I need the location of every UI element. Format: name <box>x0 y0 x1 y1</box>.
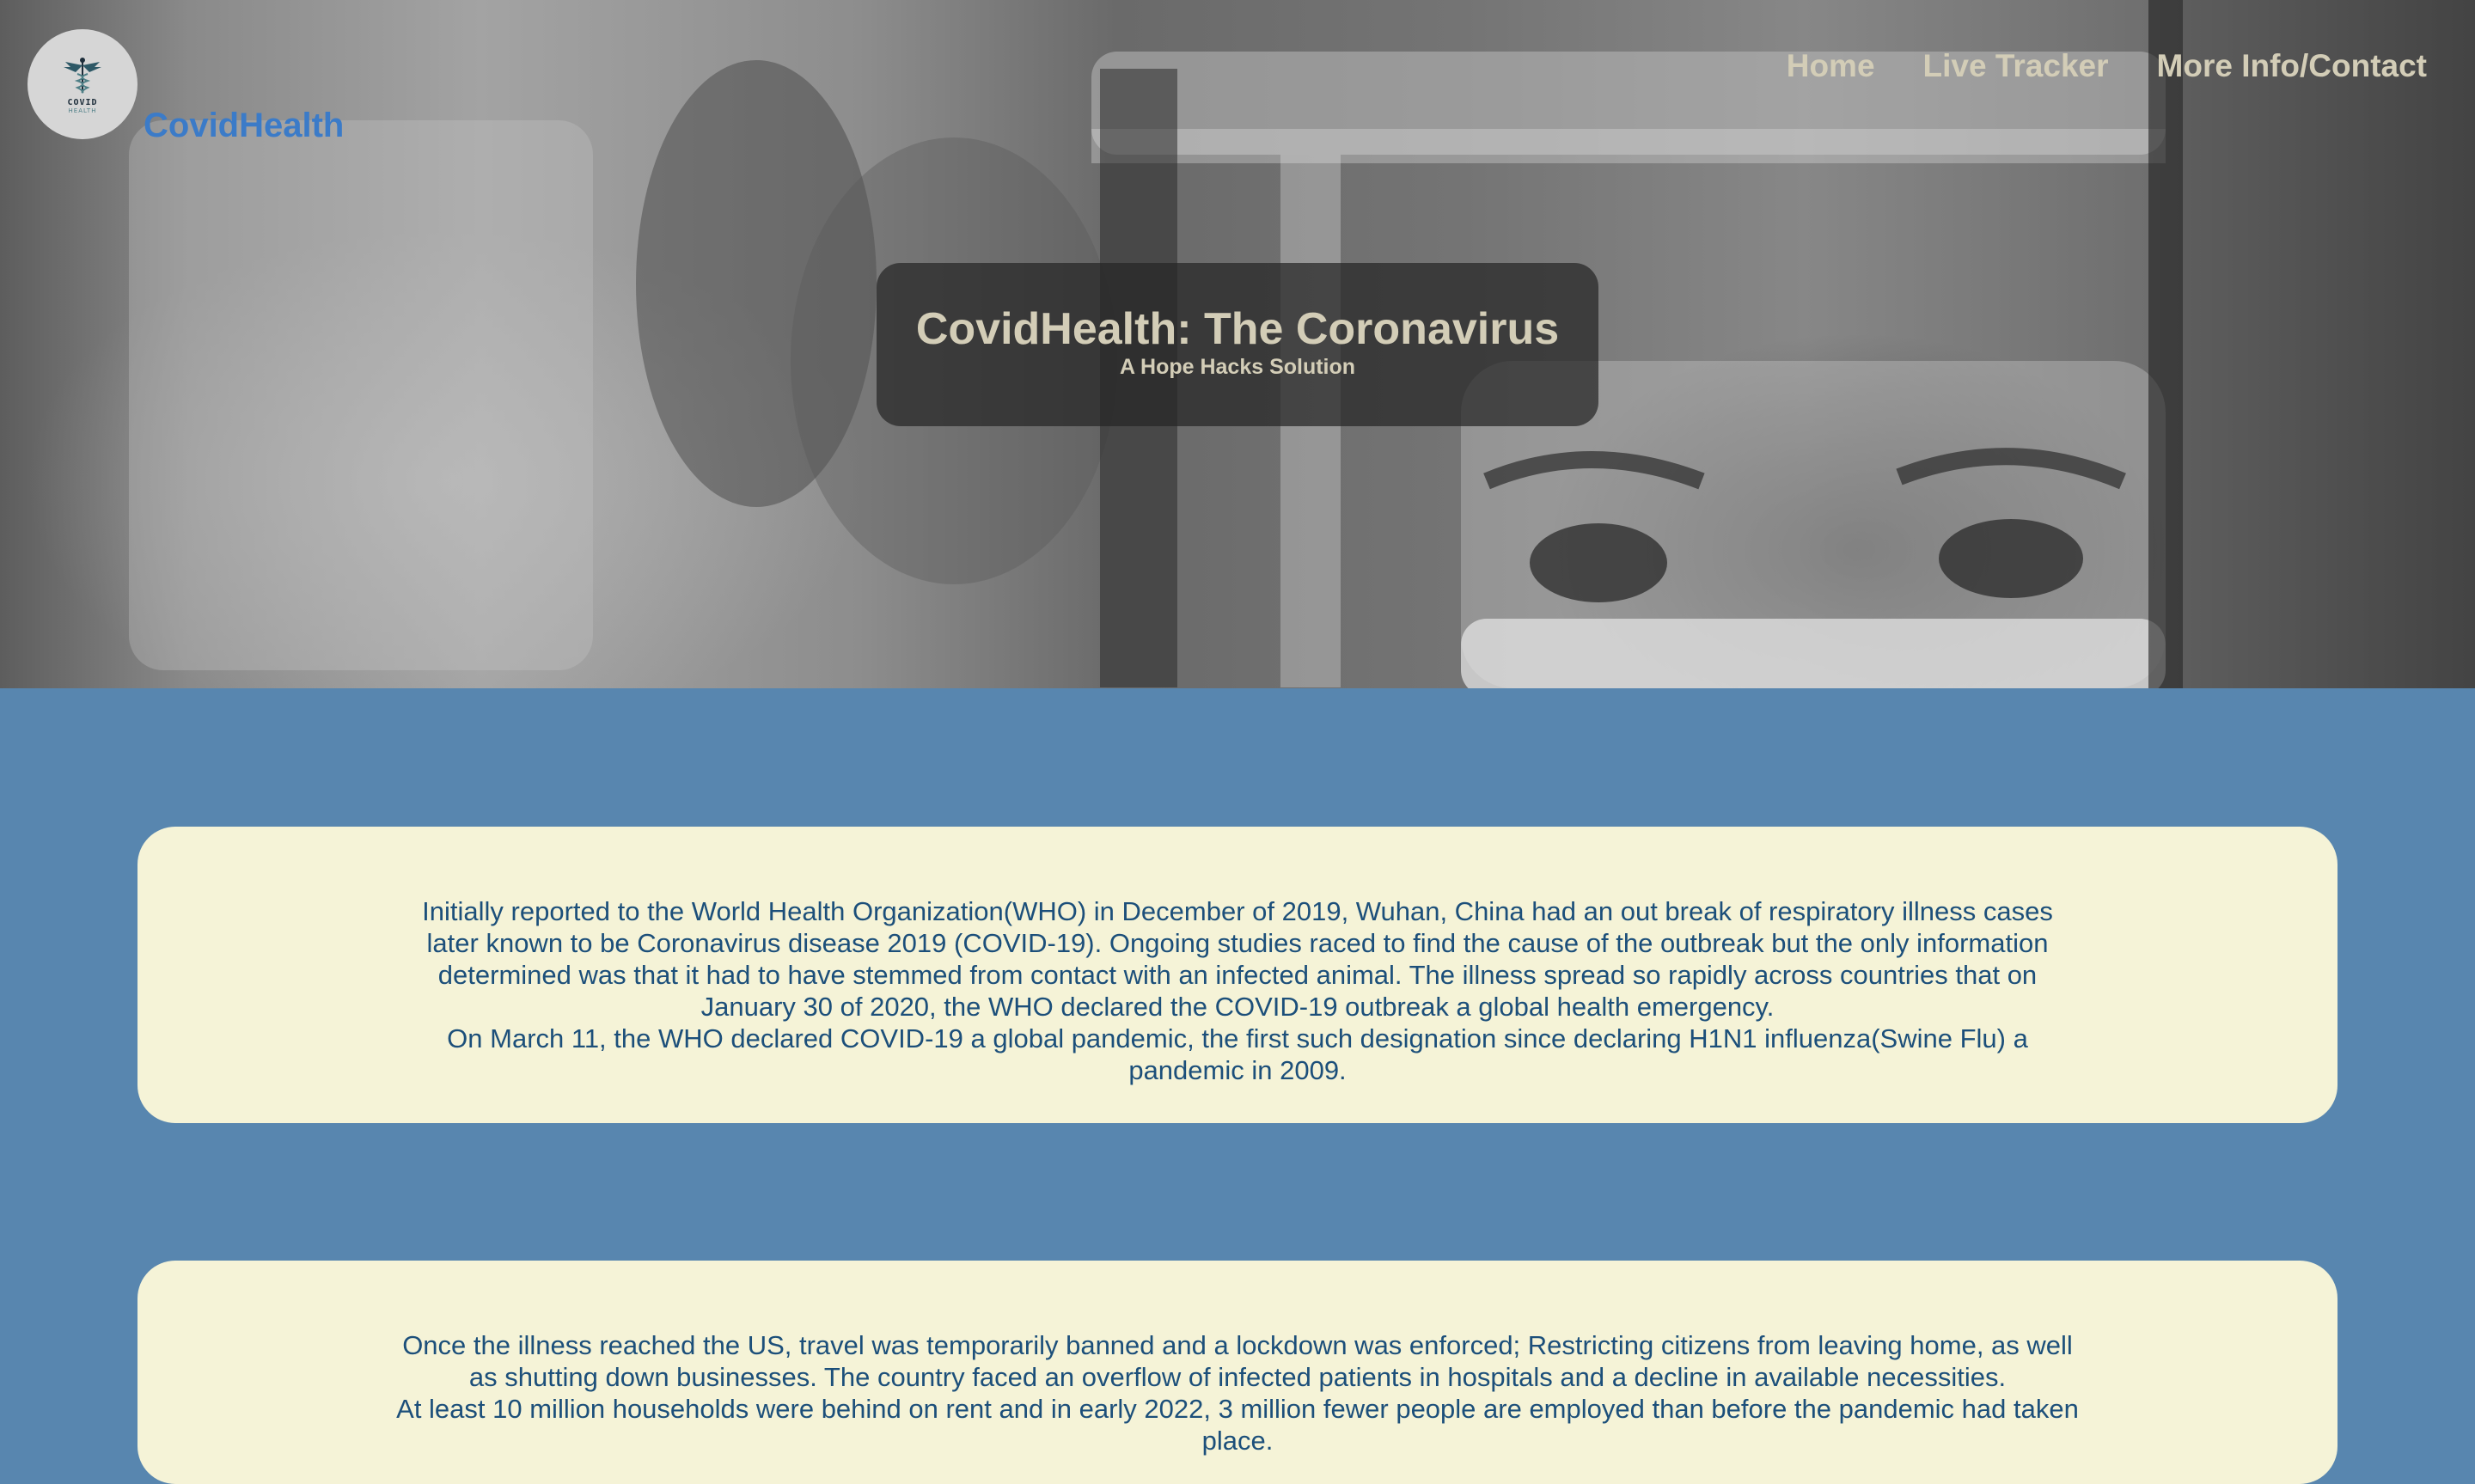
page-title: CovidHealth: The Coronavirus <box>915 304 1560 354</box>
card-paragraph: On March 11, the WHO declared COVID-19 a… <box>447 1023 2028 1085</box>
logo-word: COVID <box>67 97 98 107</box>
hero-banner: COVID HEALTH CovidHealth Home Live Track… <box>0 0 2475 688</box>
hero-title-box: CovidHealth: The Coronavirus A Hope Hack… <box>877 263 1598 426</box>
card-paragraph: At least 10 million households were behi… <box>396 1394 2079 1456</box>
card-paragraph: Initially reported to the World Health O… <box>422 896 2053 1022</box>
nav-home-link[interactable]: Home <box>1787 48 1875 84</box>
nav-more-info-contact-link[interactable]: More Info/Contact <box>2157 48 2427 84</box>
logo[interactable]: COVID HEALTH <box>28 29 138 139</box>
brand-name[interactable]: CovidHealth <box>144 107 344 145</box>
card-paragraph: Once the illness reached the US, travel … <box>402 1330 2073 1392</box>
logo-subtext: HEALTH <box>68 107 97 114</box>
info-card-outbreak: Initially reported to the World Health O… <box>138 827 2338 1123</box>
nav-live-tracker-link[interactable]: Live Tracker <box>1923 48 2109 84</box>
caduceus-icon <box>64 57 101 94</box>
info-card-us-impact: Once the illness reached the US, travel … <box>138 1261 2338 1484</box>
main-nav: Home Live Tracker More Info/Contact <box>1787 48 2427 84</box>
page-subtitle: A Hope Hacks Solution <box>1119 354 1356 379</box>
